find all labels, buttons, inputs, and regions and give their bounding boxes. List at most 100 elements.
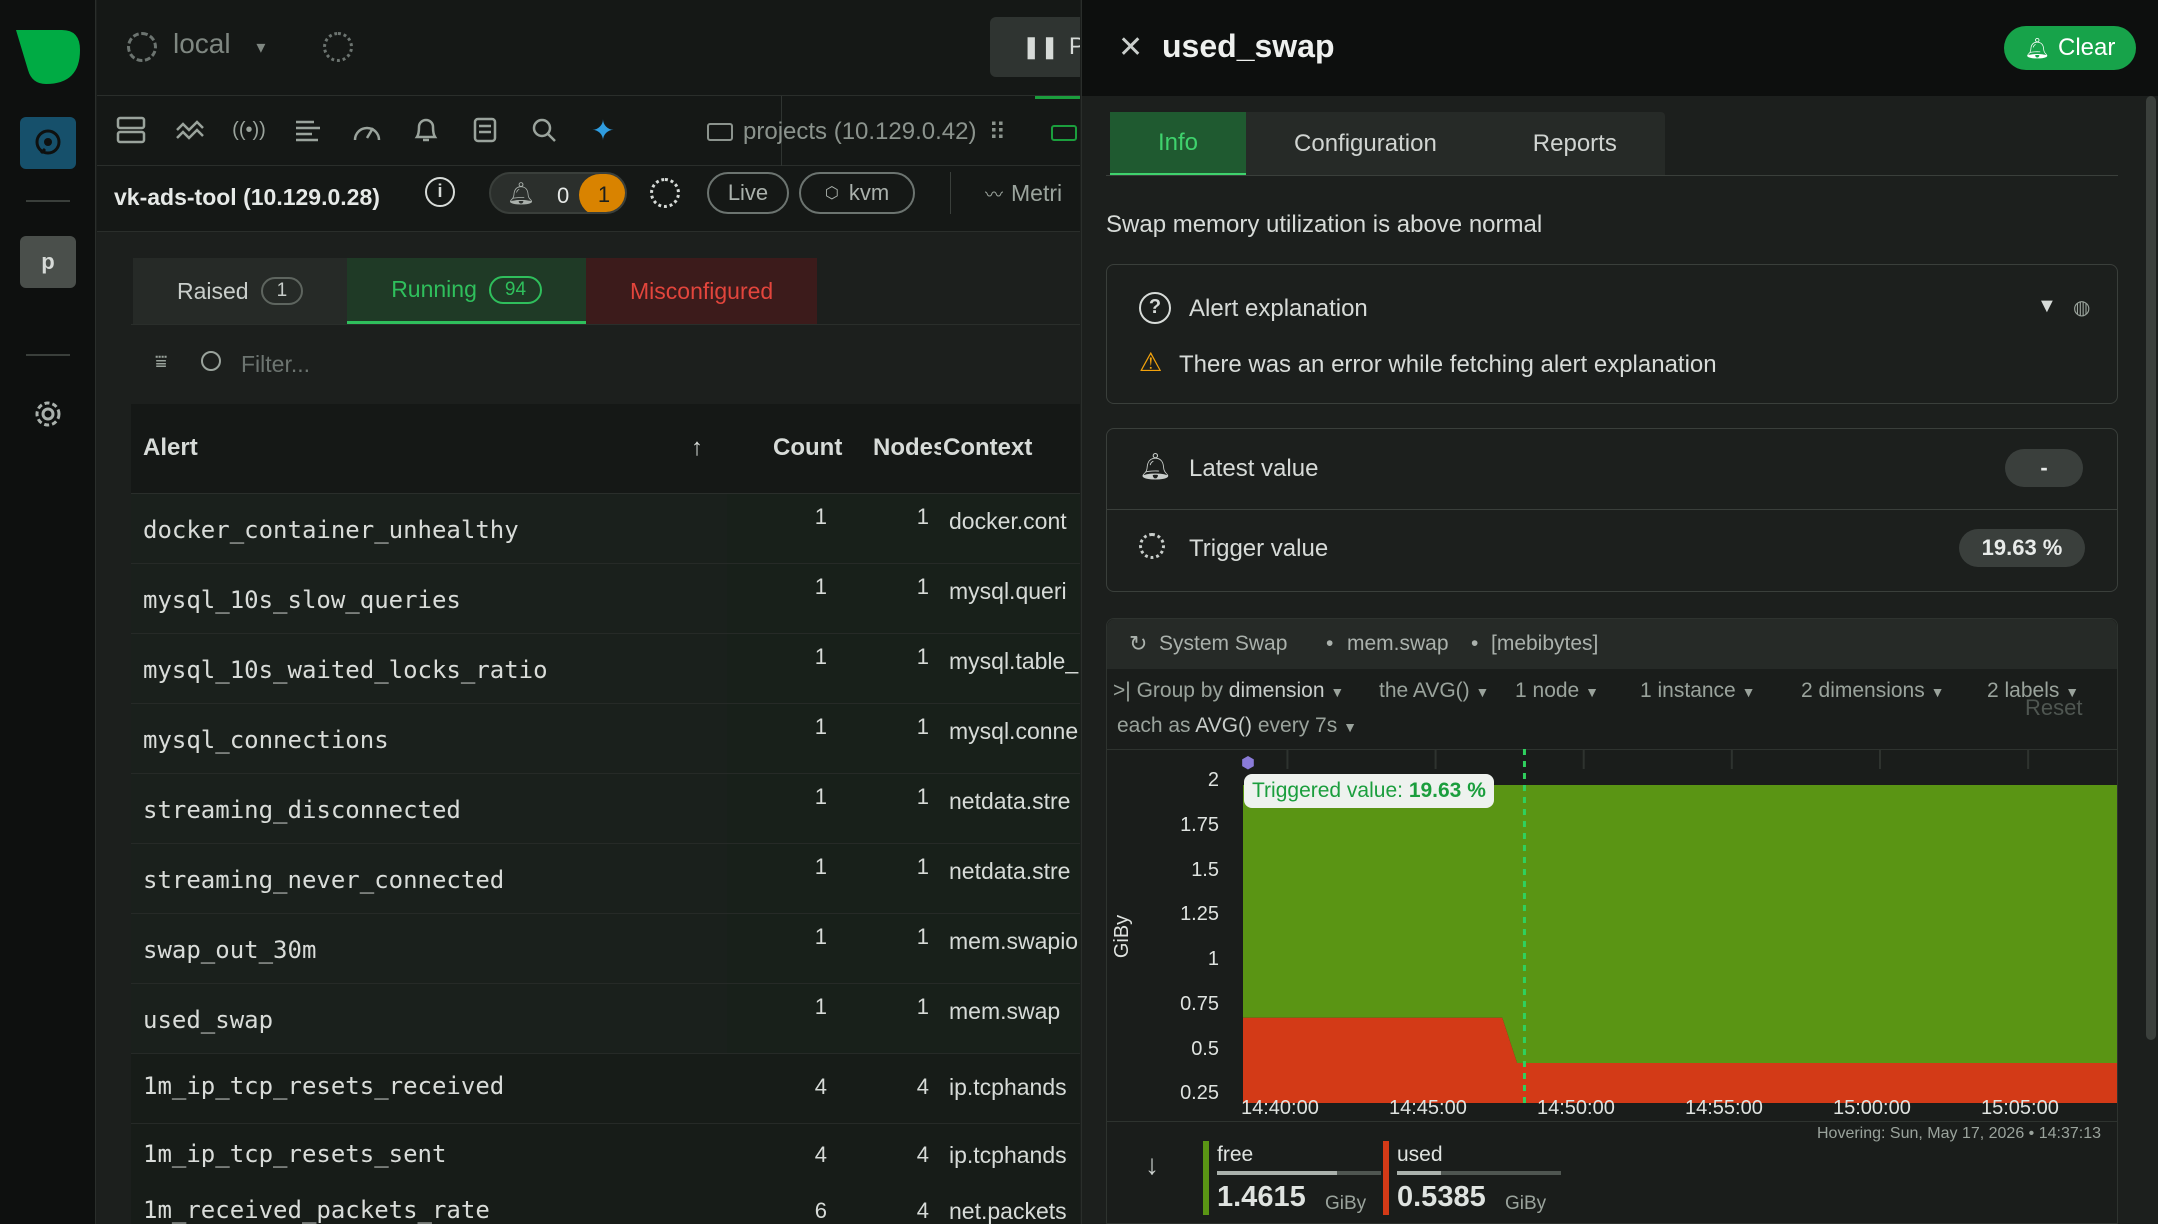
charts-view-icon[interactable] bbox=[172, 112, 208, 148]
table-row[interactable]: 1m_received_packets_rate 6 4 net.packets bbox=[131, 1192, 1080, 1224]
space-avatar[interactable]: p bbox=[20, 236, 76, 288]
alert-count: 1 bbox=[814, 714, 827, 739]
tab-misconfigured[interactable]: Misconfigured bbox=[586, 258, 818, 324]
nodes-filter[interactable]: 1 node ▼ bbox=[1515, 679, 1599, 703]
tab-info-label: Info bbox=[1158, 128, 1199, 156]
alert-context: mysql.table_ bbox=[949, 648, 1079, 674]
pause-button[interactable]: ❚❚ Pa bbox=[990, 17, 1080, 77]
table-row[interactable]: used_swap 1 1 mem.swap bbox=[131, 984, 1080, 1054]
explanation-error: There was an error while fetching alert … bbox=[1179, 351, 1717, 378]
table-row[interactable]: mysql_connections 1 1 mysql.conne bbox=[131, 704, 1080, 774]
chevron-down-icon: ▼ bbox=[1475, 684, 1490, 700]
space-settings-gear-icon[interactable] bbox=[323, 32, 353, 62]
info-icon[interactable]: i bbox=[425, 177, 455, 207]
top-bar: local ▾ ❚❚ Pa bbox=[97, 0, 1080, 96]
table-row[interactable]: 1m_ip_tcp_resets_sent 4 4 ip.tcphands bbox=[131, 1124, 1080, 1194]
table-header: Alert ↑ Count Nodes Context bbox=[131, 404, 1080, 494]
kvm-badge[interactable]: ⬡ kvm bbox=[799, 172, 915, 214]
dimensions-filter[interactable]: 2 dimensions ▼ bbox=[1801, 679, 1944, 703]
legend-free-bar bbox=[1217, 1171, 1381, 1175]
reset-button[interactable]: Reset bbox=[2025, 695, 2082, 721]
alert-counter[interactable]: 🔔︎ 0 1 bbox=[489, 172, 627, 214]
alert-nodes: 1 bbox=[916, 574, 929, 599]
filter-input[interactable]: Filter... bbox=[241, 351, 310, 378]
alert-context: docker.cont bbox=[949, 508, 1067, 534]
panel-tabs: Info Configuration Reports bbox=[1110, 112, 1665, 176]
alert-name: docker_container_unhealthy bbox=[143, 516, 519, 544]
netdata-logo[interactable] bbox=[16, 30, 80, 84]
metrics-tab[interactable]: 〰 Metri bbox=[985, 180, 1062, 207]
table-row[interactable]: 1m_ip_tcp_resets_received 4 4 ip.tcphands bbox=[131, 1054, 1080, 1124]
panel-scrollbar[interactable] bbox=[2146, 96, 2156, 1040]
drag-handle-icon[interactable]: ⠿ bbox=[988, 118, 1006, 147]
tab-configuration[interactable]: Configuration bbox=[1246, 112, 1485, 176]
x-tick-label: 14:40:00 bbox=[1241, 1097, 1319, 1119]
alert-count-warning: 1 bbox=[579, 174, 625, 212]
table-row[interactable]: mysql_10s_slow_queries 1 1 mysql.queri bbox=[131, 564, 1080, 634]
every-value: every 7s bbox=[1257, 714, 1338, 737]
tab-running-count: 94 bbox=[488, 275, 543, 304]
clear-button[interactable]: 🔔︎ Clear bbox=[2004, 26, 2136, 70]
scroll-down-icon[interactable]: ↓ bbox=[1145, 1149, 1159, 1181]
alert-count: 1 bbox=[814, 854, 827, 879]
node-bar: vk-ads-tool (10.129.0.28) i 🔔︎ 0 1 Live … bbox=[97, 166, 1080, 232]
annotation-marker-icon: ⬢ bbox=[1241, 755, 1255, 772]
active-tab-indicator[interactable] bbox=[1035, 96, 1080, 166]
sort-arrow-icon[interactable]: ↑ bbox=[691, 434, 703, 462]
alert-name: streaming_disconnected bbox=[143, 796, 461, 824]
refresh-icon[interactable]: ↻ bbox=[1129, 631, 1147, 657]
close-icon[interactable]: ✕ bbox=[1118, 30, 1143, 65]
ai-hidden-icon[interactable]: ◍ bbox=[2073, 295, 2090, 320]
chat-icon[interactable] bbox=[20, 117, 76, 169]
each-as-label: each as bbox=[1117, 714, 1191, 737]
tab-reports[interactable]: Reports bbox=[1485, 112, 1665, 176]
aggregation-control[interactable]: the AVG() ▼ bbox=[1379, 679, 1489, 703]
title-separator: • bbox=[1471, 632, 1479, 655]
instances-filter[interactable]: 1 instance ▼ bbox=[1640, 679, 1755, 703]
chevron-down-icon: ▼ bbox=[1585, 684, 1599, 700]
dashboards-gauge-icon[interactable] bbox=[349, 112, 385, 148]
search-icon[interactable] bbox=[526, 112, 562, 148]
group-by-control[interactable]: >| Group by dimension ▼ bbox=[1113, 679, 1344, 703]
alerts-bell-icon[interactable] bbox=[408, 112, 444, 148]
tab-info[interactable]: Info bbox=[1110, 112, 1247, 176]
expand-caret-icon[interactable]: ▼ bbox=[2037, 295, 2057, 318]
room-tab[interactable]: projects (10.129.0.42) ⠿ bbox=[707, 114, 1006, 150]
table-row[interactable]: mysql_10s_waited_locks_ratio 1 1 mysql.tabl… bbox=[131, 634, 1080, 704]
space-name: local bbox=[173, 28, 231, 59]
legend-used-bar bbox=[1397, 1171, 1561, 1175]
col-count[interactable]: Count bbox=[773, 434, 843, 462]
time-aggregation-control[interactable]: each as AVG() every 7s ▼ bbox=[1117, 714, 1357, 738]
ai-sparkle-icon[interactable]: ✦ bbox=[585, 112, 621, 148]
values-divider bbox=[1107, 509, 2117, 510]
space-selector[interactable]: local ▾ bbox=[173, 28, 265, 60]
left-rail: p bbox=[0, 0, 96, 1224]
events-icon[interactable] bbox=[290, 112, 326, 148]
filter-funnel-icon[interactable]: ⩸ bbox=[155, 351, 167, 374]
tab-running[interactable]: Running 94 bbox=[347, 258, 587, 324]
table-row[interactable]: streaming_disconnected 1 1 netdata.stre bbox=[131, 774, 1080, 844]
node-settings-gear-icon[interactable] bbox=[650, 178, 680, 208]
settings-gear-icon[interactable] bbox=[20, 388, 76, 440]
table-row[interactable]: docker_container_unhealthy 1 1 docker.cont bbox=[131, 494, 1080, 564]
legend-item-used[interactable]: used 0.5385 GiBy bbox=[1383, 1141, 1561, 1223]
alert-count: 6 bbox=[814, 1198, 827, 1223]
col-alert[interactable]: Alert bbox=[143, 434, 198, 462]
tab-misconfigured-label: Misconfigured bbox=[630, 277, 774, 304]
triggered-label-value: 19.63 % bbox=[1408, 779, 1486, 802]
col-nodes[interactable]: Nodes bbox=[873, 434, 941, 462]
tab-raised[interactable]: Raised 1 bbox=[133, 258, 348, 324]
col-context[interactable]: Context bbox=[943, 434, 1032, 462]
live-badge[interactable]: Live bbox=[707, 172, 789, 214]
legend-item-free[interactable]: free 1.4615 GiBy bbox=[1203, 1141, 1381, 1223]
table-row[interactable]: streaming_never_connected 1 1 netdata.stre bbox=[131, 844, 1080, 914]
nodes-view-icon[interactable] bbox=[113, 112, 149, 148]
anomalies-icon[interactable]: ((•)) bbox=[231, 112, 267, 148]
alert-nodes: 1 bbox=[916, 924, 929, 949]
legend-free-fill bbox=[1217, 1171, 1337, 1175]
alert-name: 1m_ip_tcp_resets_sent bbox=[143, 1140, 447, 1168]
bell-icon: 🔔︎ bbox=[2024, 37, 2051, 60]
table-row[interactable]: swap_out_30m 1 1 mem.swapio bbox=[131, 914, 1080, 984]
logs-icon[interactable] bbox=[467, 112, 503, 148]
chart-title: System Swap bbox=[1159, 632, 1288, 655]
